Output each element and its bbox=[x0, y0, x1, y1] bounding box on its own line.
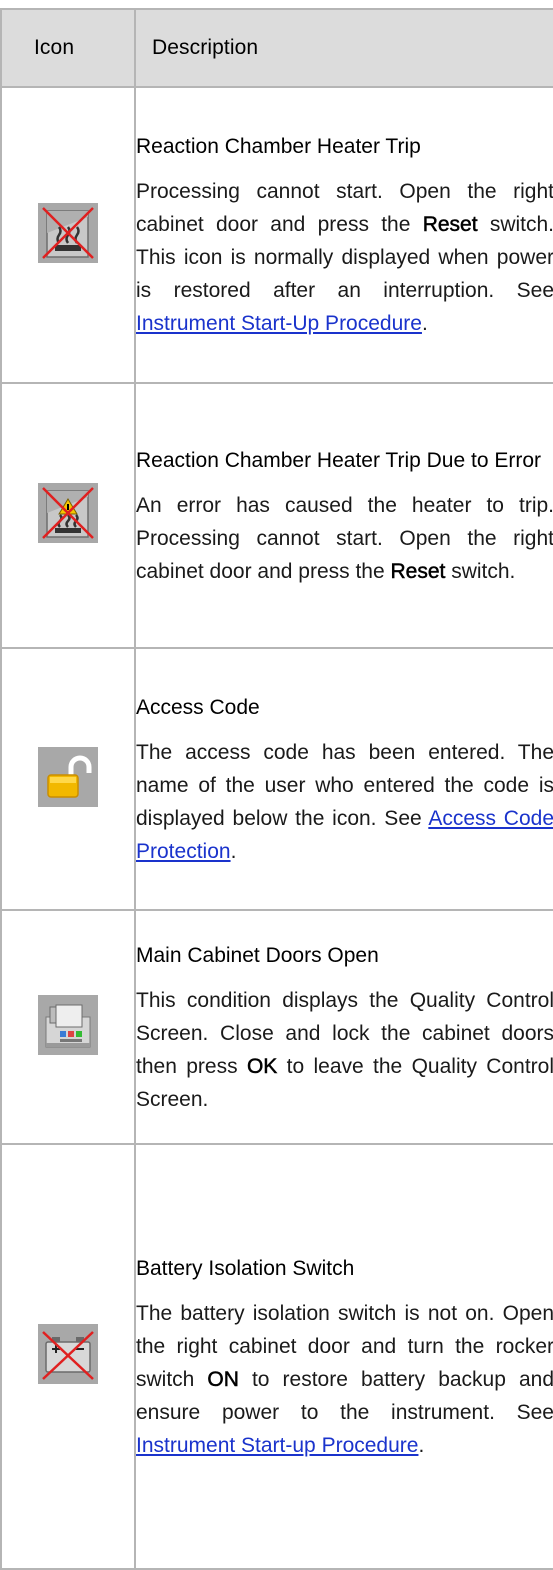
row-title: Reaction Chamber Heater Trip Due to Erro… bbox=[136, 448, 541, 472]
table-row: Battery Isolation Switch The battery iso… bbox=[0, 1143, 553, 1570]
column-header-description: Description bbox=[134, 8, 553, 88]
battery-isolation-icon bbox=[38, 1324, 98, 1384]
instrument-start-up-link[interactable]: Instrument Start-Up Procedure bbox=[136, 312, 422, 335]
icon-description-table: Icon Description Reaction Chamber Heater… bbox=[0, 8, 553, 1570]
reset-switch-label: Reset bbox=[390, 559, 446, 583]
row-description: Processing cannot start. Open the right … bbox=[136, 180, 553, 335]
access-code-unlocked-icon bbox=[38, 746, 98, 807]
ok-button-label: OK bbox=[246, 1054, 278, 1078]
icon-cell bbox=[0, 647, 136, 911]
table-row: Reaction Chamber Heater Trip Due to Erro… bbox=[0, 382, 553, 649]
icon-cell bbox=[0, 1143, 136, 1570]
row-title: Battery Isolation Switch bbox=[136, 1256, 355, 1280]
row-title: Reaction Chamber Heater Trip bbox=[136, 135, 421, 158]
description-cell: Reaction Chamber Heater Trip Due to Erro… bbox=[134, 382, 553, 649]
table-row: Access Code The access code has been ent… bbox=[0, 647, 553, 911]
on-switch-label: ON bbox=[207, 1367, 239, 1391]
description-cell: Main Cabinet Doors Open This condition d… bbox=[134, 909, 553, 1145]
row-description: This condition displays the Quality Cont… bbox=[136, 988, 553, 1111]
heater-trip-icon bbox=[38, 202, 98, 263]
table-header-row: Icon Description bbox=[0, 8, 553, 88]
icon-cell bbox=[0, 382, 136, 649]
heater-trip-error-icon bbox=[38, 483, 98, 543]
row-title: Access Code bbox=[136, 695, 260, 719]
row-title: Main Cabinet Doors Open bbox=[136, 943, 379, 967]
icon-cell bbox=[0, 86, 136, 384]
row-description: An error has caused the heater to trip. … bbox=[136, 493, 553, 583]
reset-switch-label: Reset bbox=[422, 213, 478, 237]
column-header-icon: Icon bbox=[0, 8, 136, 88]
description-cell: Reaction Chamber Heater Trip Processing … bbox=[134, 86, 553, 384]
icon-cell bbox=[0, 909, 136, 1145]
description-cell: Access Code The access code has been ent… bbox=[134, 647, 553, 911]
description-cell: Battery Isolation Switch The battery iso… bbox=[134, 1143, 553, 1570]
row-description: The battery isolation switch is not on. … bbox=[136, 1301, 553, 1457]
table-row: Main Cabinet Doors Open This condition d… bbox=[0, 909, 553, 1145]
instrument-start-up-link[interactable]: Instrument Start-up Procedure bbox=[136, 1434, 418, 1457]
cabinet-doors-open-icon bbox=[38, 994, 98, 1055]
table-row: Reaction Chamber Heater Trip Processing … bbox=[0, 86, 553, 384]
row-description: The access code has been entered. The na… bbox=[136, 740, 553, 863]
